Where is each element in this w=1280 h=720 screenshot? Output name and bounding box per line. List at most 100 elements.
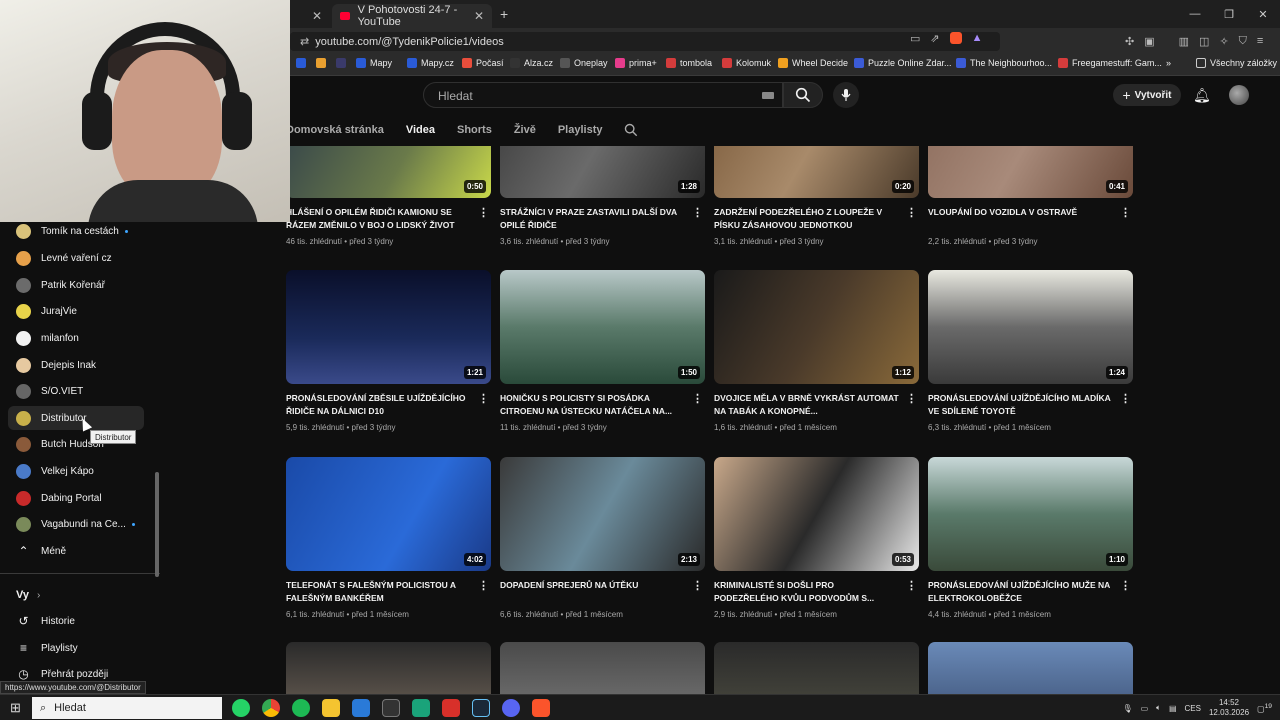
voice-search-button[interactable] (833, 82, 859, 108)
video-title[interactable]: PRONÁSLEDOVÁNÍ UJÍŽDĚJÍCÍHO MUŽE NA ELEK… (928, 579, 1113, 605)
chrome-icon[interactable] (262, 699, 280, 717)
video-title[interactable]: STRÁŽNÍCI V PRAZE ZASTAVILI DALŠÍ DVA OP… (500, 206, 685, 232)
video-card[interactable]: 1:21 PRONÁSLEDOVÁNÍ ZBĚSILE UJÍŽDĚJÍCÍHO … (286, 270, 491, 432)
sidebar-item-subscription[interactable]: Distributor (8, 406, 144, 430)
file-explorer-icon[interactable] (322, 699, 340, 717)
video-title[interactable]: HONIČKU S POLICISTY SI POSÁDKA CITROENU … (500, 392, 685, 418)
close-tab-icon[interactable]: ✕ (312, 9, 322, 23)
extensions-icon[interactable]: ✣ (1125, 35, 1134, 48)
tab-home[interactable]: Domovská stránka (286, 124, 384, 136)
video-thumbnail[interactable]: 1:21 (286, 270, 491, 384)
close-window-icon[interactable]: ✕ (1246, 0, 1280, 28)
bookmark-item[interactable]: Oneplay (560, 58, 608, 68)
sidebar-item-subscription[interactable]: Tomík na cestách (8, 219, 144, 243)
shield-icon[interactable]: ⛉ (1239, 35, 1247, 48)
menu-icon[interactable]: ≡ (1257, 35, 1263, 48)
bookmark-item[interactable]: tombola (666, 58, 712, 68)
video-card[interactable] (714, 642, 919, 694)
sidebar-item-subscription[interactable]: JurajVie (8, 299, 144, 323)
spotify-icon[interactable] (292, 699, 310, 717)
more-options-icon[interactable]: ⋮ (906, 206, 917, 219)
video-card[interactable] (928, 642, 1133, 694)
sidebar-item-subscription[interactable]: Levné vaření cz (8, 246, 144, 270)
browser-tab-active[interactable]: V Pohotovosti 24-7 - YouTube ✕ (332, 4, 492, 28)
video-title[interactable]: KRIMINALISTÉ SI DOŠLI PRO PODEZŘELÉHO KV… (714, 579, 899, 605)
video-thumbnail[interactable]: 2:13 (500, 457, 705, 571)
notifications-icon[interactable]: ▢19 (1257, 703, 1272, 714)
bookmark-item[interactable]: Wheel Decide (778, 58, 848, 68)
more-options-icon[interactable]: ⋮ (478, 579, 489, 592)
tray-icon[interactable]: ▤ (1169, 704, 1177, 713)
more-options-icon[interactable]: ⋮ (906, 579, 917, 592)
more-options-icon[interactable]: ⋮ (1120, 206, 1131, 219)
more-options-icon[interactable]: ⋮ (692, 206, 703, 219)
video-title[interactable]: PRONÁSLEDOVÁNÍ UJÍŽDĚJÍCÍHO MLADÍKA VE S… (928, 392, 1113, 418)
more-options-icon[interactable]: ⋮ (1120, 579, 1131, 592)
more-options-icon[interactable]: ⋮ (1120, 392, 1131, 405)
bookmark-icon-item[interactable] (296, 58, 310, 68)
more-options-icon[interactable]: ⋮ (906, 392, 917, 405)
video-card[interactable]: 0:53 KRIMINALISTÉ SI DOŠLI PRO PODEZŘELÉH… (714, 457, 919, 619)
search-input[interactable]: Hledat (423, 82, 783, 108)
bookmark-item[interactable]: Kolomuk (722, 58, 771, 68)
sidebar-item-subscription[interactable]: milanfon (8, 326, 144, 350)
all-bookmarks-folder[interactable]: Všechny záložky (1196, 58, 1277, 68)
tab-live[interactable]: Živě (514, 124, 536, 136)
more-options-icon[interactable]: ⋮ (692, 579, 703, 592)
video-thumbnail[interactable]: 4:02 (286, 457, 491, 571)
video-thumbnail[interactable]: 0:20 (714, 146, 919, 198)
video-thumbnail[interactable] (928, 642, 1133, 694)
video-thumbnail[interactable]: 1:10 (928, 457, 1133, 571)
address-bar[interactable]: ⇄ youtube.com/@TydenikPolicie1/videos (290, 32, 1000, 51)
tab-playlists[interactable]: Playlisty (558, 124, 603, 136)
channel-search-icon[interactable] (624, 123, 638, 137)
bookmark-item[interactable]: prima+ (615, 58, 657, 68)
mic-icon[interactable]: 🎙︎ (1122, 704, 1132, 713)
tab-shorts[interactable]: Shorts (457, 124, 492, 136)
video-title[interactable]: VLOUPÁNÍ DO VOZIDLA V OSTRAVĚ (928, 206, 1113, 232)
video-thumbnail[interactable] (500, 642, 705, 694)
sidebar-you-header[interactable]: Vy › (0, 583, 136, 607)
tab-videos[interactable]: Videa (406, 124, 435, 136)
video-thumbnail[interactable]: 0:53 (714, 457, 919, 571)
video-title[interactable]: DOPADENÍ SPREJERŮ NA ÚTĚKU (500, 579, 685, 605)
language-indicator[interactable]: CES (1185, 704, 1201, 713)
video-card[interactable] (286, 642, 491, 694)
video-title[interactable]: HLÁŠENÍ O OPILÉM ŘIDIČI KAMIONU SE RÁZEM… (286, 206, 471, 232)
vpn-icon[interactable]: ▣ (1144, 35, 1154, 48)
video-title[interactable]: TELEFONÁT S FALEŠNÝM POLICISTOU A FALEŠN… (286, 579, 471, 605)
search-button[interactable] (783, 82, 823, 108)
bookmark-item[interactable]: The Neighbourhoo... (956, 58, 1052, 68)
share-icon[interactable]: ⇗ (930, 32, 939, 45)
bookmark-item[interactable]: Mapy (356, 58, 392, 68)
video-thumbnail[interactable] (714, 642, 919, 694)
brave-icon[interactable] (532, 699, 550, 717)
video-title[interactable]: ZADRŽENÍ PODEZŘELÉHO Z LOUPEŽE V PÍSKU Z… (714, 206, 899, 232)
brave-shields-icon[interactable] (949, 32, 962, 44)
sidebar-item-subscription[interactable]: S/O.VIET (8, 379, 144, 403)
network-icon[interactable]: ▭ (1141, 704, 1149, 713)
bookmark-item[interactable]: Freegamestuff: Gam... (1058, 58, 1162, 68)
video-card[interactable]: 0:50 HLÁŠENÍ O OPILÉM ŘIDIČI KAMIONU SE R… (286, 146, 491, 246)
brave-rewards-icon[interactable]: ▲ (972, 32, 983, 45)
video-thumbnail[interactable]: 1:50 (500, 270, 705, 384)
video-card[interactable]: 0:20 ZADRŽENÍ PODEZŘELÉHO Z LOUPEŽE V PÍS… (714, 146, 919, 246)
video-card[interactable]: 1:28 STRÁŽNÍCI V PRAZE ZASTAVILI DALŠÍ DV… (500, 146, 705, 246)
user-avatar[interactable] (1229, 85, 1249, 105)
more-options-icon[interactable]: ⋮ (478, 392, 489, 405)
video-card[interactable]: 1:50 HONIČKU S POLICISTY SI POSÁDKA CITRO… (500, 270, 705, 432)
video-title[interactable]: DVOJICE MĚLA V BRNĚ VYKRÁST AUTOMAT NA T… (714, 392, 899, 418)
clock[interactable]: 14:52 12.03.2026 (1209, 698, 1249, 718)
video-title[interactable]: PRONÁSLEDOVÁNÍ ZBĚSILE UJÍŽDĚJÍCÍHO ŘIDI… (286, 392, 471, 418)
app-icon[interactable] (412, 699, 430, 717)
whatsapp-icon[interactable] (232, 699, 250, 717)
video-card[interactable]: 1:12 DVOJICE MĚLA V BRNĚ VYKRÁST AUTOMAT … (714, 270, 919, 432)
notifications-bell-icon[interactable]: 🔔︎ (1193, 87, 1211, 104)
restore-icon[interactable]: ❐ (1212, 0, 1246, 28)
discord-icon[interactable] (502, 699, 520, 717)
new-tab-icon[interactable]: + (500, 6, 508, 22)
video-card[interactable]: 1:10 PRONÁSLEDOVÁNÍ UJÍŽDĚJÍCÍHO MUŽE NA … (928, 457, 1133, 619)
video-thumbnail[interactable]: 1:12 (714, 270, 919, 384)
sidebar-item-playlists[interactable]: ≡ Playlisty (8, 636, 144, 660)
sidebar-show-less[interactable]: ⌃ Méně (8, 539, 144, 563)
